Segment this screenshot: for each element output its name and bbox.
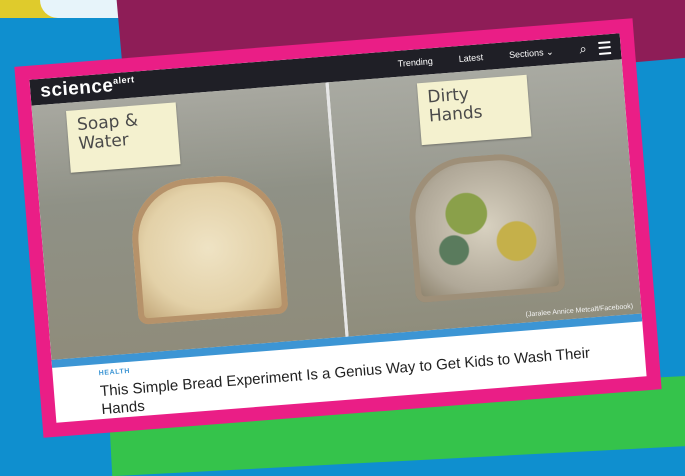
- note-dirty-hands-text: Dirty Hands: [426, 84, 484, 127]
- chevron-down-icon: ⌄: [545, 46, 554, 57]
- note-soap-water: Soap & Water: [65, 102, 181, 173]
- nav-icons: ⌕: [579, 39, 612, 58]
- nav-sections-label: Sections: [508, 46, 544, 60]
- photo-right-pane: Dirty Hands (Jaralee Annice Metcalf/Face…: [325, 59, 642, 337]
- logo-text: science: [39, 75, 115, 102]
- note-soap-water-text: Soap & Water: [76, 110, 139, 155]
- clean-bread-slice: [127, 171, 289, 325]
- moldy-bread-slice: [404, 149, 566, 304]
- nav-latest[interactable]: Latest: [458, 52, 483, 64]
- hero-photo: Soap & Water Dirty Hands (Jaralee Annice…: [31, 59, 642, 360]
- nav-sections[interactable]: Sections ⌄: [509, 46, 554, 60]
- logo-suffix: alert: [112, 74, 135, 86]
- menu-icon[interactable]: [598, 40, 612, 55]
- photo-left-pane: Soap & Water: [31, 82, 346, 360]
- search-icon[interactable]: ⌕: [579, 41, 588, 58]
- screenshot-card: sciencealert Trending Latest Sections ⌄ …: [14, 18, 662, 438]
- note-dirty-hands: Dirty Hands: [416, 74, 531, 146]
- webpage: sciencealert Trending Latest Sections ⌄ …: [29, 33, 647, 423]
- nav-trending[interactable]: Trending: [397, 56, 433, 69]
